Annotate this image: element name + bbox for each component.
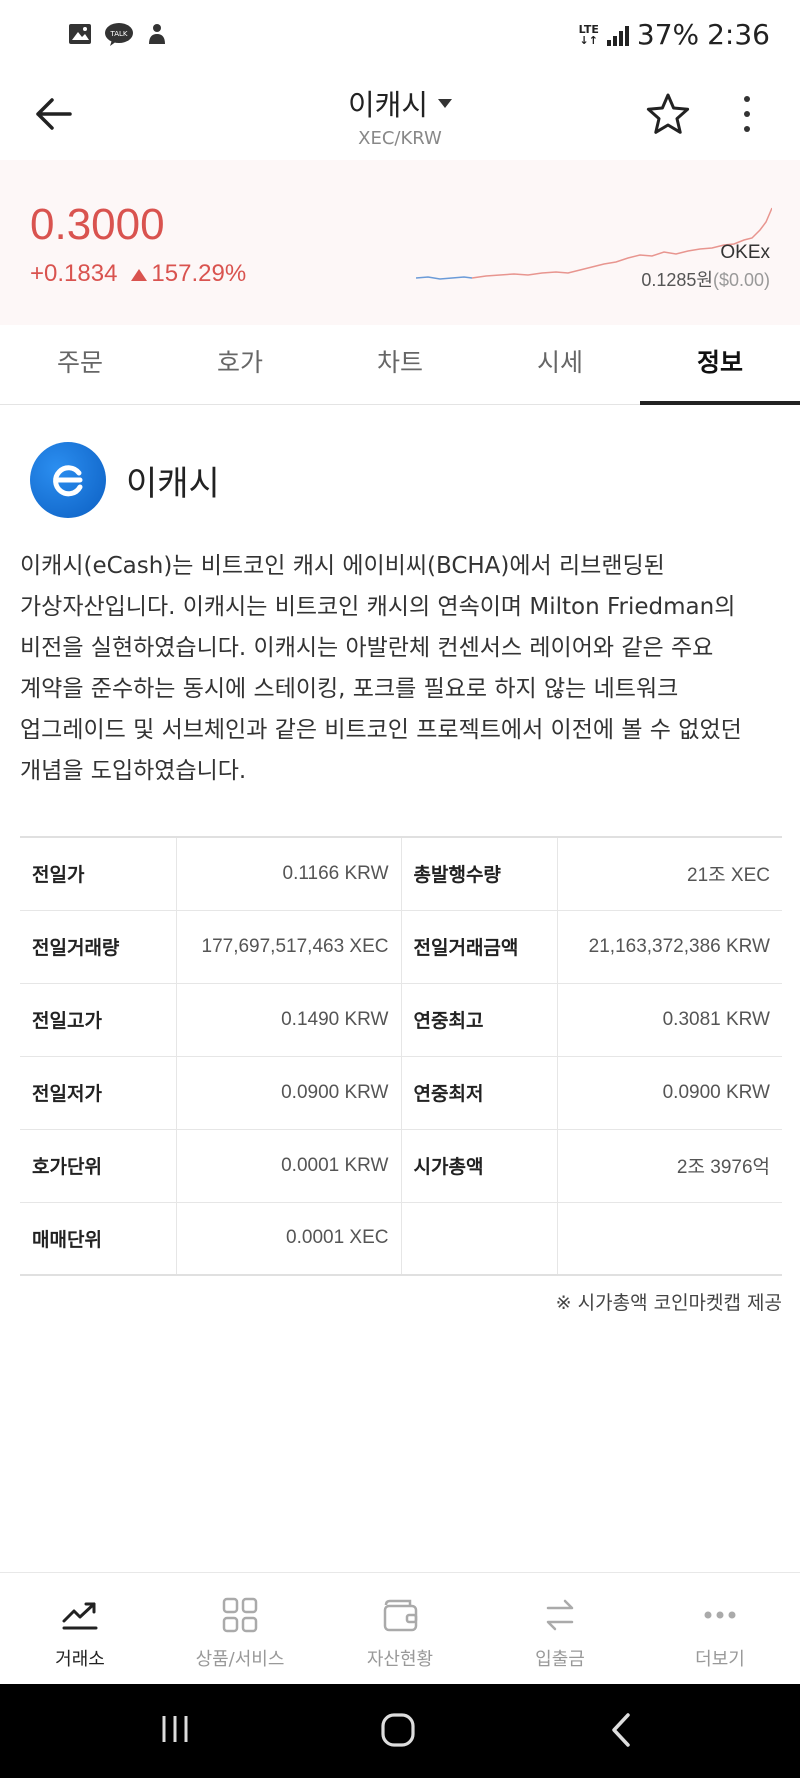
nav-products-services[interactable]: 상품/서비스	[160, 1573, 320, 1684]
wallet-icon	[383, 1599, 418, 1632]
battery-level: 37%	[636, 18, 700, 51]
change-percent: 157.29%	[151, 260, 247, 287]
overflow-menu-button[interactable]	[732, 92, 762, 136]
table-value: 2조 3976억	[557, 1128, 782, 1203]
table-row: 전일고가 0.1490 KRW 연중최고 0.3081 KRW	[20, 982, 782, 1057]
table-label: 호가단위	[20, 1128, 177, 1203]
reference-krw: 0.1285원	[641, 270, 713, 290]
nav-label: 입출금	[535, 1649, 585, 1670]
table-row: 전일가 0.1166 KRW 총발행수량 21조 XEC	[20, 836, 782, 911]
kakaotalk-notification-icon: TALK	[105, 23, 133, 46]
nav-more[interactable]: 더보기	[640, 1573, 800, 1684]
app-notification-icon	[149, 24, 165, 44]
clock-time: 2:36	[707, 18, 770, 51]
home-button[interactable]	[380, 1712, 416, 1752]
table-label: 시가총액	[401, 1128, 558, 1203]
favorite-button[interactable]	[646, 92, 690, 136]
tab-chart[interactable]: 차트	[320, 325, 480, 404]
trend-chart-icon	[62, 1602, 98, 1630]
up-triangle-icon	[131, 269, 148, 281]
table-label: 전일저가	[20, 1055, 177, 1130]
reference-usd: ($0.00)	[712, 270, 770, 290]
system-navigation-bar	[0, 1684, 800, 1778]
exchange-name: OKEx	[720, 242, 770, 263]
lte-icon: LTE ↓↑	[578, 22, 599, 47]
table-value	[557, 1201, 782, 1276]
nav-label: 더보기	[695, 1649, 745, 1670]
table-value: 0.0900 KRW	[176, 1055, 402, 1130]
table-label: 연중최고	[401, 982, 558, 1057]
table-label: 연중최저	[401, 1055, 558, 1130]
price-summary: 0.3000 +0.1834 157.29% OKEx 0.1285원($0.0…	[0, 160, 800, 325]
table-value: 21,163,372,386 KRW	[557, 909, 782, 984]
top-app-bar: 이캐시 XEC/KRW	[0, 72, 800, 160]
table-value: 0.0001 KRW	[176, 1128, 402, 1203]
table-label: 전일가	[20, 836, 177, 911]
table-label: 전일고가	[20, 982, 177, 1057]
change-amount: +0.1834	[30, 260, 118, 287]
bottom-navigation: 거래소 상품/서비스 자산현황 입출금 더보기	[0, 1572, 800, 1684]
signal-icon	[606, 24, 629, 46]
page-title: 이캐시	[347, 88, 429, 122]
table-value: 0.1166 KRW	[176, 836, 402, 911]
price-change: +0.1834 157.29%	[30, 260, 246, 288]
detail-tabs: 주문 호가 차트 시세 정보	[0, 325, 800, 405]
nav-label: 자산현황	[366, 1649, 434, 1670]
caret-down-icon	[438, 98, 453, 108]
nav-label: 상품/서비스	[195, 1649, 285, 1670]
svg-text:TALK: TALK	[109, 30, 127, 38]
more-vertical-icon	[744, 96, 750, 102]
table-value: 0.1490 KRW	[176, 982, 402, 1057]
tab-orderbook[interactable]: 호가	[160, 325, 320, 404]
sparkline-prior-segment	[416, 276, 473, 280]
home-icon	[381, 1713, 415, 1747]
coin-info-table: 전일가 0.1166 KRW 총발행수량 21조 XEC 전일거래량 177,6…	[20, 836, 782, 1276]
nav-assets[interactable]: 자산현황	[320, 1573, 480, 1684]
table-row: 매매단위 0.0001 XEC	[20, 1201, 782, 1276]
tab-market-price[interactable]: 시세	[480, 325, 640, 404]
table-row: 전일거래량 177,697,517,463 XEC 전일거래금액 21,163,…	[20, 909, 782, 984]
nav-label: 거래소	[55, 1649, 105, 1670]
table-value: 0.0001 XEC	[176, 1201, 402, 1276]
table-value: 0.3081 KRW	[557, 982, 782, 1057]
grid-icon	[222, 1597, 258, 1633]
table-label	[401, 1201, 558, 1276]
reference-price: 0.1285원($0.00)	[641, 266, 770, 292]
nav-deposit-withdraw[interactable]: 입출금	[480, 1573, 640, 1684]
tab-order[interactable]: 주문	[0, 325, 160, 404]
system-back-button[interactable]	[608, 1712, 634, 1752]
status-system-icons: LTE ↓↑ 37% 2:36	[579, 18, 770, 51]
star-icon	[646, 93, 690, 134]
table-row: 호가단위 0.0001 KRW 시가총액 2조 3976억	[20, 1128, 782, 1203]
recent-apps-button[interactable]	[158, 1712, 192, 1750]
nav-exchange[interactable]: 거래소	[0, 1573, 160, 1684]
ecash-logo-icon	[30, 442, 106, 518]
gallery-notification-icon	[69, 24, 91, 44]
table-label: 전일거래금액	[401, 909, 558, 984]
table-value: 0.0900 KRW	[557, 1055, 782, 1130]
transfer-arrows-icon	[546, 1599, 574, 1631]
recent-apps-icon	[162, 1716, 188, 1742]
chevron-left-icon	[612, 1713, 630, 1747]
coin-name: 이캐시	[126, 463, 220, 504]
table-label: 총발행수량	[401, 836, 558, 911]
table-label: 매매단위	[20, 1201, 177, 1276]
table-value: 177,697,517,463 XEC	[176, 909, 402, 984]
status-bar: TALK LTE ↓↑ 37% 2:36	[0, 0, 800, 72]
coin-header: 이캐시	[30, 442, 220, 518]
change-percent-wrap: 157.29%	[131, 260, 246, 288]
table-value: 21조 XEC	[557, 836, 782, 911]
tab-info[interactable]: 정보	[640, 325, 800, 405]
current-price: 0.3000	[30, 200, 165, 249]
more-dots-icon	[704, 1611, 736, 1619]
market-cap-footnote: ※ 시가총액 코인마켓캡 제공	[555, 1292, 782, 1314]
table-row: 전일저가 0.0900 KRW 연중최저 0.0900 KRW	[20, 1055, 782, 1130]
status-notification-icons: TALK	[68, 22, 168, 46]
coin-description: 이캐시(eCash)는 비트코인 캐시 에이비씨(BCHA)에서 리브랜딩된 가…	[20, 553, 742, 784]
table-label: 전일거래량	[20, 909, 177, 984]
